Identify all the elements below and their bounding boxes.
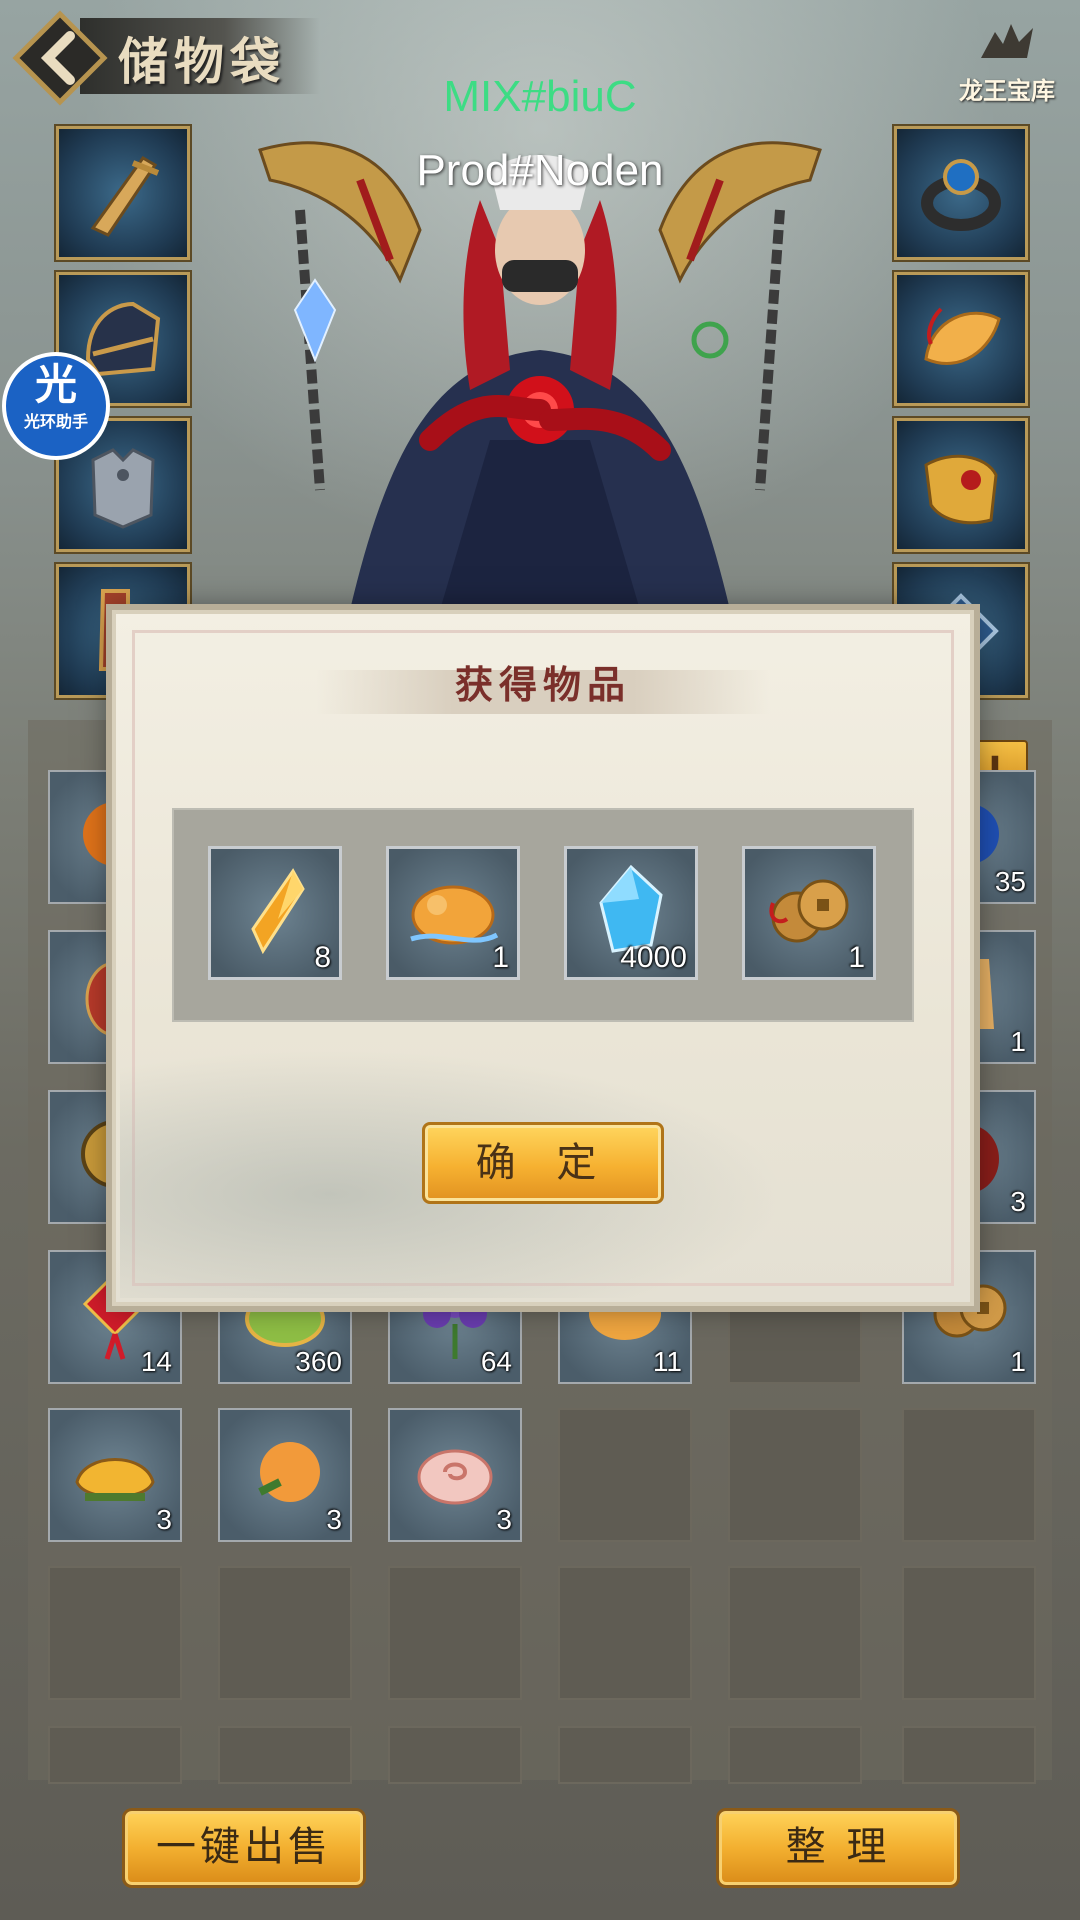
bracer-icon: [924, 454, 998, 525]
item-count: 11: [652, 1346, 682, 1377]
inventory-slot-empty[interactable]: [218, 1726, 352, 1784]
reward-list: 8 1 4000 1: [172, 808, 914, 1022]
inventory-slot-empty[interactable]: [388, 1566, 522, 1700]
golden-blade-icon: [90, 156, 160, 237]
reward-item[interactable]: 1: [386, 846, 520, 980]
gold-ingot-icon: [75, 1458, 155, 1501]
golden-ox-icon: [410, 885, 499, 945]
inventory-slot-empty[interactable]: [728, 1408, 862, 1542]
inventory-slot-empty[interactable]: [902, 1726, 1036, 1784]
item-count: 3: [1010, 1186, 1026, 1217]
inventory-slot-empty[interactable]: [902, 1566, 1036, 1700]
inventory-slot[interactable]: 3: [48, 1408, 182, 1542]
item-count: 3: [496, 1504, 512, 1535]
ring-slot[interactable]: [894, 126, 1028, 260]
inventory-slot[interactable]: 3: [388, 1408, 522, 1542]
inventory-slot-empty[interactable]: [48, 1726, 182, 1784]
reward-count: 4000: [620, 941, 687, 974]
inventory-slot-empty[interactable]: [558, 1408, 692, 1542]
inventory-slot-empty[interactable]: [388, 1726, 522, 1784]
item-count: 1: [1010, 1346, 1026, 1377]
item-count: 360: [295, 1346, 342, 1377]
sort-button[interactable]: 整 理: [716, 1808, 960, 1888]
inventory-slot-empty[interactable]: [48, 1566, 182, 1700]
reward-item[interactable]: 1: [742, 846, 876, 980]
inventory-slot-empty[interactable]: [218, 1566, 352, 1700]
inventory-slot-empty[interactable]: [902, 1408, 1036, 1542]
inventory-slot-empty[interactable]: [728, 1566, 862, 1700]
dialog-title: 获得物品: [454, 662, 631, 707]
confirm-button[interactable]: 确 定: [422, 1122, 664, 1204]
inventory-slot-empty[interactable]: [728, 1726, 862, 1784]
reward-count: 8: [314, 941, 331, 974]
item-count: 64: [480, 1346, 512, 1377]
dragon-icon: [952, 18, 1062, 71]
item-count: 3: [326, 1504, 342, 1535]
jade-slot[interactable]: [894, 272, 1028, 406]
reward-item[interactable]: 4000: [564, 846, 698, 980]
item-count: 14: [140, 1346, 172, 1377]
watermark-mix: MIX#biuC: [443, 72, 637, 121]
armor-icon: [91, 448, 155, 529]
item-count: 1: [1010, 1026, 1026, 1057]
reward-count: 1: [492, 941, 509, 974]
sell-all-button[interactable]: 一键出售: [122, 1808, 366, 1888]
item-count: 3: [156, 1504, 172, 1535]
helper-label: 光环助手: [23, 412, 88, 431]
weapon-slot[interactable]: [56, 126, 190, 260]
inventory-slot-empty[interactable]: [558, 1566, 692, 1700]
peach-icon: [258, 1442, 320, 1502]
ring-icon: [921, 159, 1001, 231]
rice-cake-icon: [417, 1449, 493, 1505]
bracer-slot[interactable]: [894, 418, 1028, 552]
inventory-slot[interactable]: 3: [218, 1408, 352, 1542]
jade-pendant-icon: [924, 307, 1001, 365]
inventory-slot-empty[interactable]: [558, 1726, 692, 1784]
copper-coins-icon: [769, 879, 849, 943]
crystal-shard-icon: [251, 868, 305, 955]
reward-dialog: 获得物品 8 1 4000 1 确 定: [112, 610, 974, 1306]
helper-floating-button[interactable]: 光 光环助手: [2, 352, 110, 460]
reward-count: 1: [848, 941, 865, 974]
helper-glyph: 光: [34, 360, 77, 409]
reward-item[interactable]: 8: [208, 846, 342, 980]
item-count: 35: [994, 866, 1026, 897]
